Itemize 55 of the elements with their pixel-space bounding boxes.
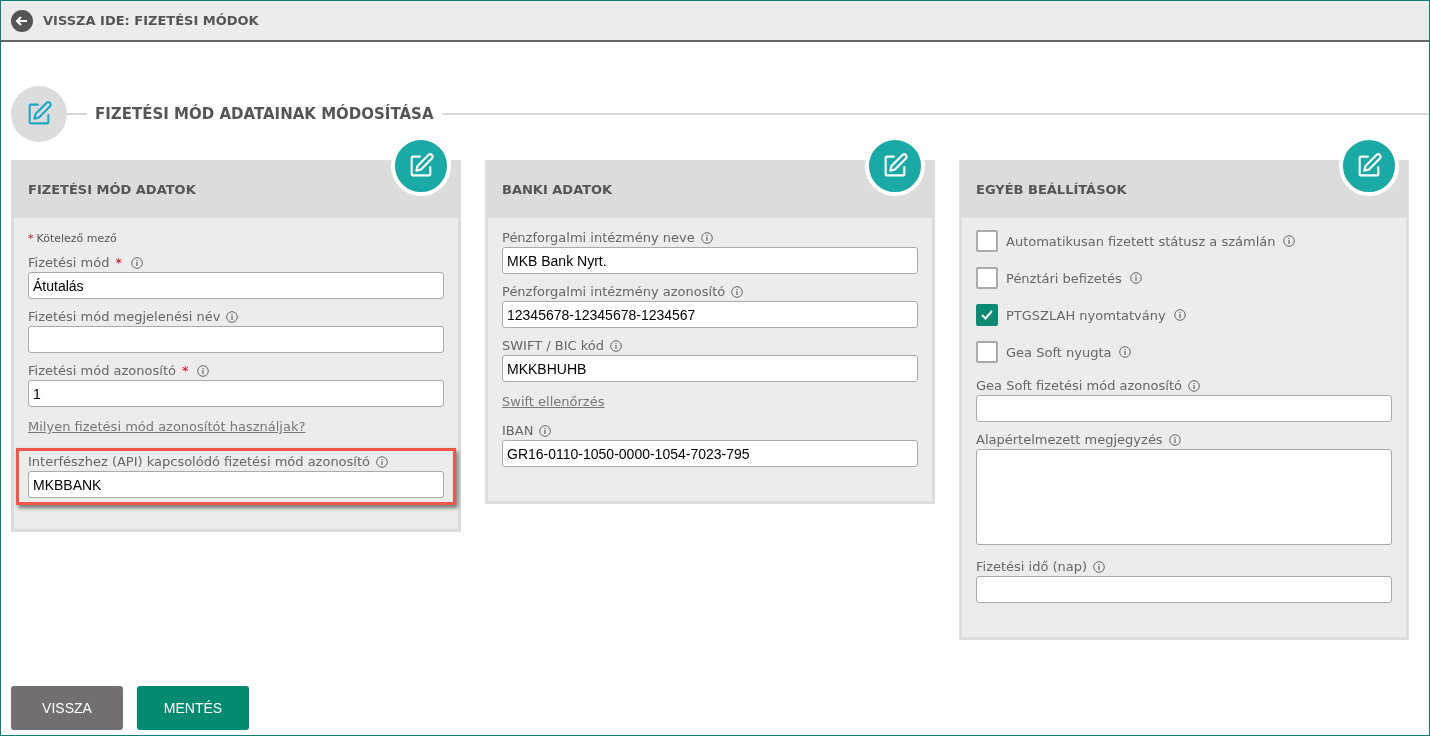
back-link[interactable]: VISSZA IDE: FIZETÉSI MÓDOK: [11, 9, 259, 32]
required-note: * Kötelező mező: [28, 232, 118, 245]
input-field[interactable]: [976, 576, 1392, 603]
field-label: Pénzforgalmi intézmény azonosító: [502, 284, 726, 299]
field-label: IBAN: [502, 423, 534, 438]
checkbox[interactable]: [976, 230, 998, 252]
field-label: Pénzforgalmi intézmény neve: [502, 230, 695, 245]
info-icon[interactable]: [197, 364, 210, 377]
info-icon[interactable]: [130, 256, 143, 269]
field-label: SWIFT / BIC kód: [502, 338, 604, 353]
checkbox-label: Pénztári befizetés: [1006, 270, 1122, 286]
info-icon[interactable]: [1187, 379, 1200, 392]
checkbox-label: Gea Soft nyugta: [1006, 344, 1112, 360]
info-icon[interactable]: [610, 339, 622, 352]
checkbox[interactable]: [976, 304, 998, 326]
checkbox[interactable]: [976, 267, 998, 289]
info-icon[interactable]: [700, 231, 713, 244]
back-button[interactable]: VISSZA: [11, 686, 123, 730]
checkbox-label: PTGSZLAH nyomtatvány: [1006, 307, 1166, 323]
info-icon[interactable]: [226, 310, 239, 323]
help-link[interactable]: Swift ellenőrzés: [502, 394, 605, 409]
save-button[interactable]: MENTÉS: [137, 686, 249, 730]
info-icon[interactable]: [539, 424, 552, 437]
input-field[interactable]: 12345678-12345678-1234567: [502, 301, 918, 328]
input-field[interactable]: 1: [28, 380, 444, 407]
input-field[interactable]: Átutalás: [28, 272, 444, 299]
field-label: Interfészhez (API) kapcsolódó fizetési mód azonosító: [28, 454, 370, 469]
info-icon[interactable]: [1119, 346, 1132, 358]
field-label: Fizetési mód azonosító: [28, 363, 176, 378]
info-icon[interactable]: [376, 455, 388, 468]
required-mark: *: [115, 255, 122, 270]
field-label: Fizetési mód: [28, 255, 110, 270]
check-icon: [980, 308, 994, 322]
field-label: Fizetési idő (nap): [976, 559, 1088, 574]
checkbox-label: Automatikusan fizetett státusz a számlán: [1006, 233, 1276, 249]
input-field[interactable]: MKB Bank Nyrt.: [502, 247, 918, 274]
input-field[interactable]: MKBBANK: [28, 471, 444, 498]
textarea-field[interactable]: [976, 449, 1392, 545]
checkbox[interactable]: [976, 341, 998, 363]
input-field[interactable]: [28, 326, 444, 353]
info-icon[interactable]: [1093, 560, 1106, 573]
section-title: FIZETÉSI MÓD ADATAINAK MÓDOSÍTÁSA: [95, 105, 434, 123]
input-field[interactable]: GR16-0110-1050-0000-1054-7023-795: [502, 440, 918, 467]
info-icon[interactable]: [1168, 433, 1181, 446]
field-label: Alapértelmezett megjegyzés: [976, 432, 1163, 447]
info-icon[interactable]: [1173, 309, 1186, 321]
info-icon[interactable]: [1129, 272, 1142, 284]
info-icon[interactable]: [1283, 235, 1296, 247]
input-field[interactable]: MKKBHUHB: [502, 355, 918, 382]
field-label: Fizetési mód megjelenési név: [28, 309, 221, 324]
help-link[interactable]: Milyen fizetési mód azonosítót használjak?: [28, 419, 306, 434]
field-label: Gea Soft fizetési mód azonosító: [976, 378, 1182, 393]
input-field[interactable]: [976, 395, 1392, 422]
required-mark: *: [181, 363, 189, 378]
info-icon[interactable]: [731, 285, 744, 298]
